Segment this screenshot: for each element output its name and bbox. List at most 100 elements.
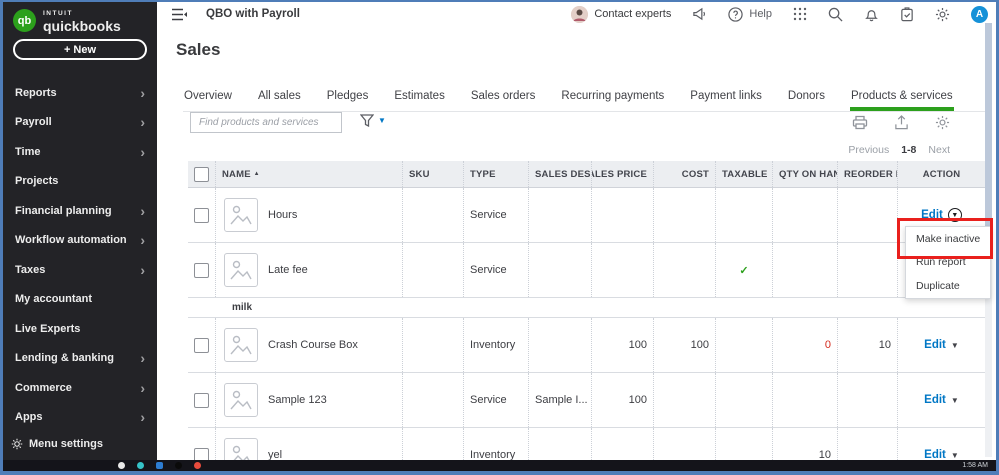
filter-button[interactable]: ▼ xyxy=(360,114,386,127)
menu-item-make-inactive[interactable]: Make inactive xyxy=(906,227,990,251)
sidebar-item-workflow-automation[interactable]: Workflow automation › xyxy=(3,226,157,256)
tab-all-sales[interactable]: All sales xyxy=(257,86,302,111)
pagination: Previous 1-8 Next xyxy=(848,144,950,156)
sidebar-collapse-icon[interactable] xyxy=(171,8,188,21)
sidebar-nav: Reports › Payroll › Time › Projects Fina… xyxy=(3,78,157,432)
cell-reorder xyxy=(837,188,897,242)
cell-desc xyxy=(528,188,591,242)
expert-avatar xyxy=(571,5,589,23)
tab-recurring-payments[interactable]: Recurring payments xyxy=(560,86,665,111)
company-name[interactable]: QBO with Payroll xyxy=(206,8,300,20)
scrollbar-thumb[interactable] xyxy=(985,23,992,233)
contact-experts-button[interactable]: Contact experts xyxy=(571,5,671,23)
sidebar-item-label: Reports xyxy=(15,86,57,99)
search-icon[interactable] xyxy=(828,7,843,22)
page-title: Sales xyxy=(176,40,221,59)
settings-gear-icon[interactable] xyxy=(935,7,950,22)
tasks-clipboard-icon[interactable] xyxy=(900,6,914,22)
intuit-wordmark: INTUIT xyxy=(43,10,73,17)
sidebar: qb INTUIT quickbooks + New Reports › Pay… xyxy=(3,2,157,460)
edit-dropdown-trigger[interactable]: ▼ xyxy=(947,208,962,222)
taskbar-app-icon[interactable] xyxy=(175,462,182,469)
taskbar-app-icon[interactable] xyxy=(156,462,163,469)
edit-button[interactable]: Edit xyxy=(924,394,946,406)
previous-page-button[interactable]: Previous xyxy=(848,144,889,156)
cell-price: 100 xyxy=(591,373,653,427)
header-name[interactable]: NAME ▲ xyxy=(215,161,402,187)
window-content: qb INTUIT quickbooks + New Reports › Pay… xyxy=(3,2,996,471)
tab-pledges[interactable]: Pledges xyxy=(326,86,370,111)
taskbar-app-icon[interactable] xyxy=(137,462,144,469)
sidebar-item-payroll[interactable]: Payroll › xyxy=(3,108,157,138)
search-input[interactable] xyxy=(190,112,342,133)
announcements-icon[interactable] xyxy=(692,7,707,21)
header-qty-on-hand: QTY ON HAN xyxy=(772,161,837,187)
apps-grid-icon[interactable] xyxy=(793,7,807,21)
edit-button[interactable]: Edit xyxy=(921,209,943,221)
export-icon[interactable] xyxy=(894,115,909,130)
sort-asc-icon: ▲ xyxy=(253,171,260,177)
row-checkbox[interactable] xyxy=(194,262,209,278)
edit-dropdown-trigger[interactable]: ▼ xyxy=(951,341,959,350)
sidebar-item-live-experts[interactable]: Live Experts xyxy=(3,314,157,344)
help-button[interactable]: Help xyxy=(728,6,772,22)
taskbar-clock: 1:58 AM xyxy=(962,462,988,469)
header-sales-description: SALES DESCR xyxy=(528,161,591,187)
sidebar-item-projects[interactable]: Projects xyxy=(3,167,157,197)
sidebar-item-my-accountant[interactable]: My accountant xyxy=(3,285,157,315)
sidebar-item-reports[interactable]: Reports › xyxy=(3,78,157,108)
row-checkbox[interactable] xyxy=(194,337,209,353)
cell-cost: 100 xyxy=(653,318,715,372)
taskbar-app-icon[interactable] xyxy=(118,462,125,469)
tab-donors[interactable]: Donors xyxy=(787,86,826,111)
table-header-row: NAME ▲ SKU TYPE SALES DESCR SALES PRICE … xyxy=(188,161,985,188)
chevron-right-icon: › xyxy=(140,350,145,367)
tab-sales-orders[interactable]: Sales orders xyxy=(470,86,537,111)
sidebar-item-financial-planning[interactable]: Financial planning › xyxy=(3,196,157,226)
menu-item-duplicate[interactable]: Duplicate xyxy=(906,274,990,298)
cell-reorder xyxy=(837,373,897,427)
edit-dropdown-trigger[interactable]: ▼ xyxy=(951,451,959,460)
tab-estimates[interactable]: Estimates xyxy=(393,86,446,111)
select-all-checkbox[interactable] xyxy=(194,166,209,182)
topbar: QBO with Payroll Contact experts Help A xyxy=(157,2,996,26)
product-image-placeholder xyxy=(224,198,258,232)
product-name: Hours xyxy=(268,209,298,221)
table-settings-gear-icon[interactable] xyxy=(935,115,950,130)
taxable-check-icon: ✓ xyxy=(739,264,749,277)
tab-overview[interactable]: Overview xyxy=(183,86,233,111)
print-icon[interactable] xyxy=(852,115,868,130)
menu-settings-button[interactable]: Menu settings xyxy=(3,433,111,455)
cell-qty xyxy=(772,373,837,427)
product-name: Late fee xyxy=(268,264,308,276)
sidebar-item-label: Time xyxy=(15,145,41,158)
edit-dropdown-trigger[interactable]: ▼ xyxy=(951,396,959,405)
edit-button[interactable]: Edit xyxy=(924,339,946,351)
menu-item-run-report[interactable]: Run report xyxy=(906,251,990,275)
cell-sku xyxy=(402,373,463,427)
new-button[interactable]: + New xyxy=(13,39,147,60)
sidebar-item-label: Commerce xyxy=(15,381,72,394)
user-avatar[interactable]: A xyxy=(971,5,988,23)
next-page-button[interactable]: Next xyxy=(928,144,950,156)
sidebar-item-commerce[interactable]: Commerce › xyxy=(3,373,157,403)
chevron-right-icon: › xyxy=(140,143,145,160)
row-checkbox[interactable] xyxy=(194,392,209,408)
notifications-bell-icon[interactable] xyxy=(864,7,879,22)
taskbar-app-icon[interactable] xyxy=(194,462,201,469)
sidebar-item-time[interactable]: Time › xyxy=(3,137,157,167)
row-checkbox[interactable] xyxy=(194,207,209,223)
sidebar-item-taxes[interactable]: Taxes › xyxy=(3,255,157,285)
sidebar-item-apps[interactable]: Apps › xyxy=(3,403,157,433)
tab-bar: Overview All sales Pledges Estimates Sal… xyxy=(183,86,986,112)
filter-funnel-icon xyxy=(360,114,374,127)
product-name: Crash Course Box xyxy=(268,339,358,351)
sidebar-item-lending-banking[interactable]: Lending & banking › xyxy=(3,344,157,374)
cell-taxable xyxy=(715,318,772,372)
tab-products-services[interactable]: Products & services xyxy=(849,86,954,111)
cell-sku xyxy=(402,243,463,297)
cell-price: 100 xyxy=(591,318,653,372)
cell-cost xyxy=(653,243,715,297)
cell-cost xyxy=(653,373,715,427)
tab-payment-links[interactable]: Payment links xyxy=(689,86,763,111)
